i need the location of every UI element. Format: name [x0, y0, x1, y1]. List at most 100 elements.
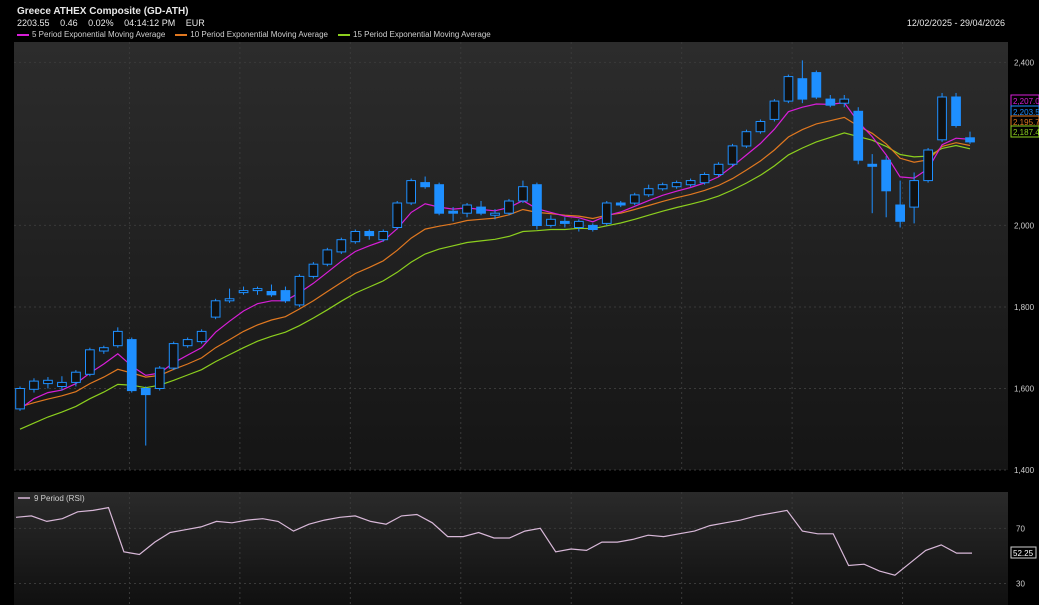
price-y-tick-label: 1,800: [1014, 303, 1035, 312]
candle: [336, 237, 347, 254]
candle: [322, 247, 333, 267]
candle-body-down: [895, 204, 905, 222]
candle-body-up: [168, 343, 179, 369]
candle-body-down: [532, 184, 542, 226]
chart-title: Greece ATHEX Composite (GD-ATH): [17, 6, 189, 17]
candle: [713, 162, 724, 177]
candle-body-up: [923, 149, 933, 182]
candle-body-down: [615, 202, 626, 206]
price-panel-background: [14, 42, 1008, 470]
candle-body-up: [504, 200, 514, 214]
candle-body-up: [99, 347, 109, 352]
price-y-tick-label: 1,400: [1014, 466, 1035, 475]
candle-body-up: [574, 220, 584, 228]
candle: [853, 107, 864, 165]
candle: [434, 182, 444, 216]
legend-item-ema10: 10 Period Exponential Moving Average: [175, 30, 328, 39]
candle: [196, 329, 207, 344]
price-change-pct: 0.02%: [88, 18, 114, 28]
candle-body-up: [546, 218, 556, 226]
chart-canvas: 1,400 1,600 1,800 2,000 2,400 70 30 2,207.0 2,…: [14, 42, 1039, 605]
rsi-legend-label: 9 Period (RSI): [34, 494, 85, 503]
candle: [741, 129, 752, 148]
candle-body-down: [867, 163, 878, 167]
candle-body-up: [699, 174, 710, 184]
legend-label: 5 Period Exponential Moving Average: [32, 30, 166, 39]
candle-body-up: [15, 388, 25, 410]
candle-body-up: [741, 131, 752, 147]
candle-body-down: [280, 290, 291, 302]
quote-time: 04:14:12 PM: [124, 18, 176, 28]
candle-body-up: [657, 184, 668, 190]
candle-body-down: [853, 110, 864, 161]
legend-label: 15 Period Exponential Moving Average: [353, 30, 491, 39]
legend-item-ema5: 5 Period Exponential Moving Average: [17, 30, 165, 39]
candle: [126, 337, 137, 393]
candle: [308, 262, 319, 279]
candle: [532, 182, 542, 230]
candle-body-up: [839, 98, 850, 104]
legend-label: 10 Period Exponential Moving Average: [190, 30, 329, 39]
candle: [378, 229, 389, 242]
candle: [504, 198, 514, 216]
candle-body-up: [937, 96, 947, 141]
candle-body-up: [113, 330, 123, 347]
candle-body-up: [224, 298, 235, 302]
candle-body-up: [43, 379, 53, 385]
ema5-badge: 2,207.0: [1013, 97, 1039, 106]
candle-body-up: [182, 339, 193, 347]
legend-item-ema15: 15 Period Exponential Moving Average: [338, 30, 491, 39]
legend-swatch: [17, 33, 29, 36]
candle-body-up: [350, 231, 361, 243]
candle-body-up: [238, 290, 249, 294]
candle-body-up: [643, 188, 654, 196]
candle-body-up: [685, 180, 696, 186]
rsi-y-tick-label: 70: [1016, 524, 1025, 533]
candle-body-up: [727, 145, 738, 165]
candle: [755, 119, 766, 134]
rsi-badge: 52.25: [1013, 549, 1034, 558]
candle-body-down: [951, 96, 961, 126]
candle-body-down: [364, 231, 375, 237]
value-badges: 2,207.0 2,203.5 2,195.7 2,187.4 52.25: [1010, 94, 1039, 559]
candle-body-up: [406, 180, 416, 204]
candle: [923, 147, 933, 183]
candle: [350, 229, 361, 244]
candle-body-up: [85, 349, 95, 375]
candle: [154, 366, 165, 391]
candle: [601, 200, 612, 226]
candle: [951, 92, 961, 128]
candle: [210, 298, 221, 320]
candle: [727, 143, 738, 167]
candle-body-down: [881, 159, 891, 192]
candle-body-up: [308, 263, 319, 277]
candle-body-up: [462, 204, 472, 214]
candle: [168, 341, 179, 371]
ema15-badge: 2,187.4: [1013, 128, 1039, 137]
candle-body-down: [588, 224, 598, 230]
candle: [15, 386, 25, 411]
candle-body-up: [755, 121, 766, 133]
candle-body-up: [252, 288, 263, 292]
price-y-tick-label: 2,000: [1014, 221, 1035, 230]
price-change: 0.46: [60, 18, 78, 28]
price-y-tick-label: 1,600: [1014, 384, 1035, 393]
quote-bar: 2203.55 0.46 0.02% 04:14:12 PM EUR: [17, 18, 213, 28]
rsi-panel-background: [14, 492, 1008, 605]
candle-body-down: [420, 182, 430, 188]
candle-body-up: [629, 194, 640, 204]
candle: [392, 200, 403, 230]
chart-legend: 5 Period Exponential Moving Average 10 P…: [17, 30, 491, 39]
price-y-tick-label: 2,400: [1014, 58, 1035, 67]
candle: [294, 274, 305, 307]
legend-swatch: [175, 33, 188, 36]
candle: [629, 192, 640, 206]
candle-body-up: [71, 371, 81, 383]
rsi-y-tick-label: 30: [1016, 579, 1025, 588]
candle-body-up: [378, 231, 389, 241]
y-axis-labels: 1,400 1,600 1,800 2,000 2,400 70 30: [1014, 58, 1035, 588]
candle: [811, 70, 822, 100]
candle-body-up: [713, 163, 724, 176]
legend-swatch: [338, 33, 351, 36]
candle-body-up: [294, 275, 305, 306]
